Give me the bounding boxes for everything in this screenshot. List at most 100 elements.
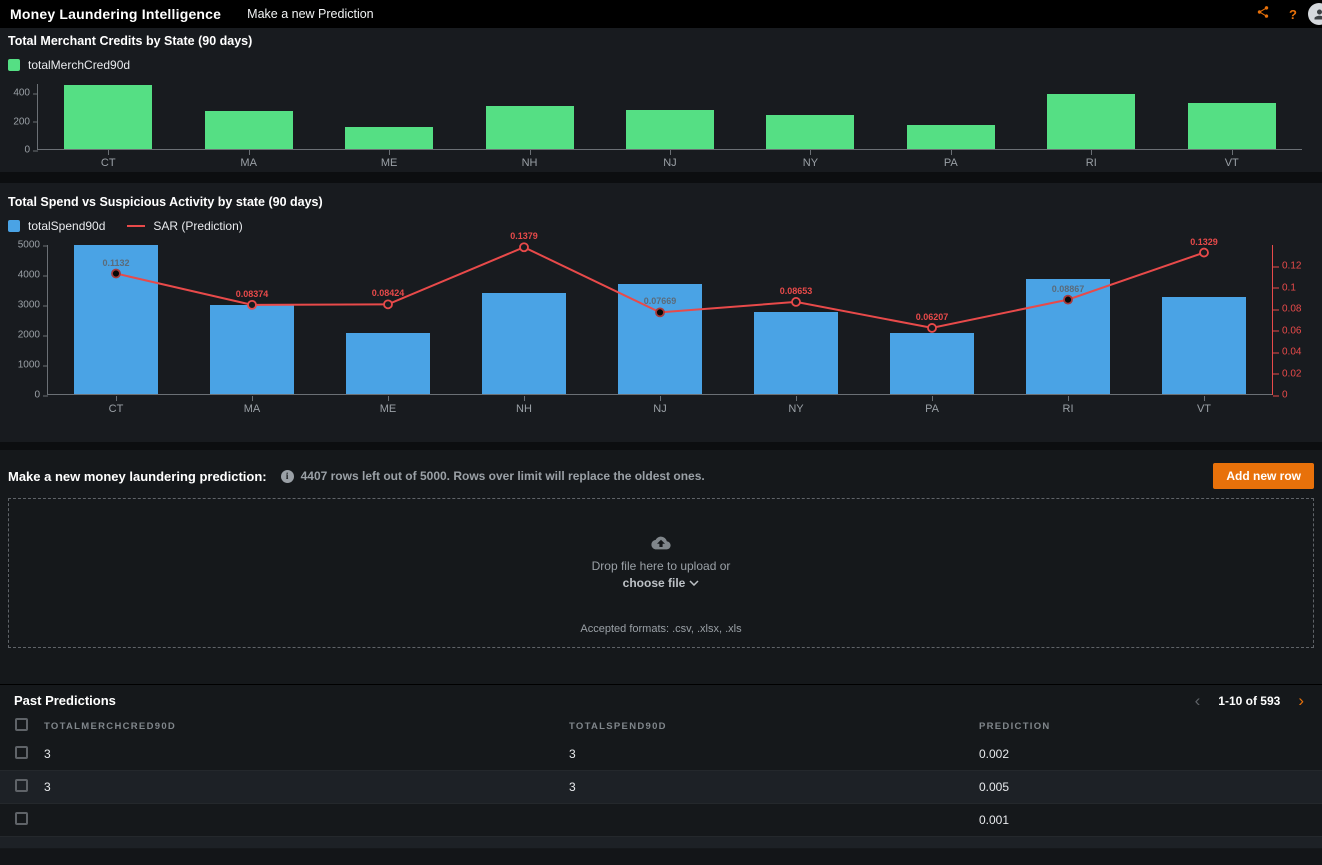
row-checkbox[interactable]: [15, 779, 28, 792]
nav-make-prediction[interactable]: Make a new Prediction: [247, 7, 373, 21]
section-divider: [0, 442, 1322, 450]
table-body: 330.002330.0050.001: [0, 738, 1322, 837]
chart1-xlabel-NJ: NJ: [600, 152, 740, 170]
legend-item-totalSpend90d[interactable]: totalSpend90d: [28, 219, 105, 233]
sar-label-VT: 0.1329: [1174, 237, 1234, 247]
chart1-xlabel-ME: ME: [319, 152, 459, 170]
table-cell: 0.001: [979, 813, 1322, 827]
legend-item-sar-prediction[interactable]: SAR (Prediction): [153, 219, 242, 233]
share-icon[interactable]: [1248, 5, 1278, 24]
spend-vs-sar-panel: Total Spend vs Suspicious Activity by st…: [0, 183, 1322, 442]
chart1-x-axis: CTMAMENHNJNYPARIVT: [38, 152, 1302, 170]
sar-point-PA[interactable]: [928, 324, 936, 332]
chart1-bar-VT[interactable]: [1188, 103, 1276, 149]
sar-label-MA: 0.08374: [222, 289, 282, 299]
chart2-left-ytick-0: 0: [34, 390, 40, 401]
chart2-right-axis: 00.020.040.060.080.10.12: [1272, 245, 1314, 395]
rows-limit-info: 4407 rows left out of 5000. Rows over li…: [301, 469, 705, 483]
chart1-bar-ME[interactable]: [345, 127, 433, 149]
select-all-checkbox[interactable]: [15, 718, 28, 731]
sar-point-NY[interactable]: [792, 298, 800, 306]
sar-prediction-line: [48, 245, 1272, 394]
sar-point-NJ[interactable]: [656, 308, 664, 316]
sar-label-ME: 0.08424: [358, 288, 418, 298]
sar-point-ME[interactable]: [384, 300, 392, 308]
chart1-xlabel-MA: MA: [178, 152, 318, 170]
chart1-xlabel-RI: RI: [1021, 152, 1161, 170]
table-cell: 0.005: [979, 780, 1322, 794]
checkbox-cell: [0, 812, 44, 828]
checkbox-cell: [0, 779, 44, 795]
chart1: 0200400: [8, 84, 1314, 150]
table-cell: 3: [569, 780, 979, 794]
chart2-xlabel-NH: NH: [456, 398, 592, 416]
pagination: ‹ 1-10 of 593 ›: [1191, 694, 1308, 708]
table-cell: 3: [44, 780, 569, 794]
column-header-prediction[interactable]: PREDICTION: [979, 721, 1322, 732]
chart1-ytick-200: 200: [13, 116, 30, 127]
sar-point-CT[interactable]: [112, 270, 120, 278]
choose-file-button[interactable]: choose file: [623, 576, 700, 590]
sar-point-VT[interactable]: [1200, 249, 1208, 257]
chart2-xlabel-CT: CT: [48, 398, 184, 416]
accepted-formats: Accepted formats: .csv, .xlsx, .xls: [9, 623, 1313, 635]
row-checkbox[interactable]: [15, 812, 28, 825]
chart2-xlabel-PA: PA: [864, 398, 1000, 416]
chart2-left-axis: 010002000300040005000: [8, 245, 48, 395]
chart2-left-ytick-5000: 5000: [18, 240, 40, 251]
past-predictions-header: Past Predictions ‹ 1-10 of 593 ›: [0, 685, 1322, 714]
chart2-right-ytick-0.12: 0.12: [1282, 261, 1301, 272]
section-divider: [0, 172, 1322, 183]
pagination-range: 1-10 of 593: [1218, 694, 1280, 708]
chevron-right-icon[interactable]: ›: [1294, 694, 1308, 708]
help-icon[interactable]: ?: [1278, 7, 1308, 22]
chart1-bar-MA[interactable]: [205, 111, 293, 149]
chart1-bar-NJ[interactable]: [626, 110, 714, 149]
table-row[interactable]: 0.001: [0, 804, 1322, 837]
chart1-legend: totalMerchCred90d: [8, 58, 1314, 72]
sar-label-NY: 0.08653: [766, 286, 826, 296]
chart1-bar-PA[interactable]: [907, 125, 995, 149]
chart1-bar-NH[interactable]: [486, 106, 574, 149]
app-title: Money Laundering Intelligence: [10, 6, 221, 22]
chart1-xlabel-NY: NY: [740, 152, 880, 170]
sar-point-MA[interactable]: [248, 301, 256, 309]
sar-point-RI[interactable]: [1064, 296, 1072, 304]
chart2-legend: totalSpend90d SAR (Prediction): [8, 219, 1314, 233]
chart2-title: Total Spend vs Suspicious Activity by st…: [8, 195, 1314, 209]
chevron-down-icon: [689, 580, 699, 586]
legend-line-swatch: [127, 225, 145, 227]
chart2-left-ytick-1000: 1000: [18, 360, 40, 371]
table-row[interactable]: 330.002: [0, 738, 1322, 771]
add-new-row-button[interactable]: Add new row: [1213, 463, 1314, 489]
dropzone-text: Drop file here to upload or: [9, 559, 1313, 573]
row-checkbox[interactable]: [15, 746, 28, 759]
choose-file-label: choose file: [623, 576, 686, 590]
avatar[interactable]: [1308, 3, 1322, 25]
chart2-left-ytick-2000: 2000: [18, 330, 40, 341]
past-predictions-title: Past Predictions: [14, 693, 116, 708]
sar-point-NH[interactable]: [520, 243, 528, 251]
legend-item-totalMerchCred90d[interactable]: totalMerchCred90d: [28, 58, 130, 72]
file-dropzone[interactable]: Drop file here to upload or choose file …: [8, 498, 1314, 648]
chart1-bar-CT[interactable]: [64, 85, 152, 149]
chart1-bar-NY[interactable]: [766, 115, 854, 149]
app-header: Money Laundering Intelligence Make a new…: [0, 0, 1322, 28]
prediction-label: Make a new money laundering prediction:: [8, 469, 267, 484]
sar-label-RI: 0.08867: [1038, 284, 1098, 294]
column-header-totalspend90d[interactable]: TOTALSPEND90D: [569, 721, 979, 732]
table-row[interactable]: 330.005: [0, 771, 1322, 804]
chart2-left-ytick-3000: 3000: [18, 300, 40, 311]
column-header-totalmerchcred90d[interactable]: TOTALMERCHCRED90D: [44, 721, 569, 732]
chart1-ytick-400: 400: [13, 88, 30, 99]
chart1-bar-RI[interactable]: [1047, 94, 1135, 149]
sar-label-NJ: 0.07669: [630, 296, 690, 306]
chart2-left-ytick-4000: 4000: [18, 270, 40, 281]
sar-label-NH: 0.1379: [494, 231, 554, 241]
chart2-right-ytick-0.04: 0.04: [1282, 347, 1301, 358]
chevron-left-icon[interactable]: ‹: [1191, 694, 1205, 708]
sar-label-CT: 0.1132: [86, 258, 146, 268]
chart2-x-axis: CTMAMENHNJNYPARIVT: [48, 398, 1272, 416]
table-cell: 0.002: [979, 747, 1322, 761]
chart1-xlabel-PA: PA: [881, 152, 1021, 170]
